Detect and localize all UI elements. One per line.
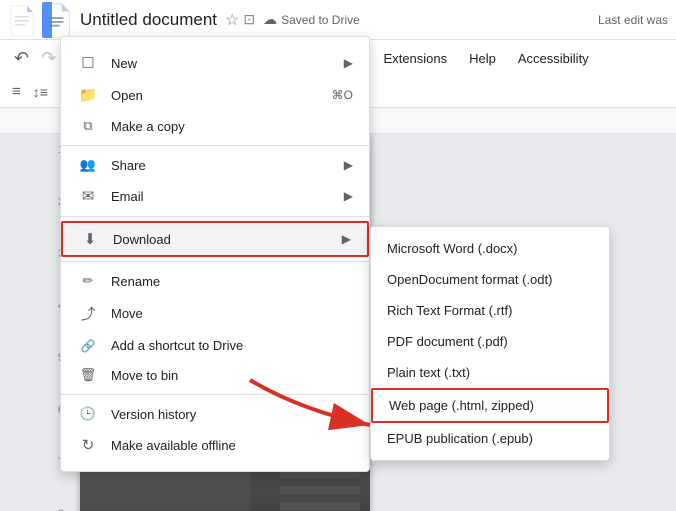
- menu-open[interactable]: 📁 Open ⌘O: [61, 79, 369, 111]
- cloud-status: Saved to Drive: [281, 13, 360, 27]
- download-epub[interactable]: EPUB publication (.epub): [371, 423, 609, 454]
- download-arrow-icon: ▶: [342, 232, 351, 246]
- menu-section-3: ✏ Rename ⤴ Move 🔗 Add a shortcut to Driv…: [61, 262, 369, 395]
- file-dropdown-menu: ☐ New ▶ 📁 Open ⌘O ⧉ Make a copy 👥 Share …: [60, 36, 370, 472]
- rename-icon: ✏: [77, 273, 99, 289]
- share-arrow-icon: ▶: [344, 158, 353, 172]
- last-edit-text: Last edit was: [598, 13, 668, 27]
- menu-download[interactable]: ⬇ Download ▶: [61, 221, 369, 257]
- download-odt[interactable]: OpenDocument format (.odt): [371, 264, 609, 295]
- top-bar: Untitled document ☆ ⊡ ☁ Saved to Drive L…: [0, 0, 676, 40]
- download-html[interactable]: Web page (.html, zipped): [371, 388, 609, 423]
- open-icon: 📁: [77, 86, 99, 104]
- download-txt[interactable]: Plain text (.txt): [371, 357, 609, 388]
- redo-button[interactable]: ↷: [37, 44, 60, 73]
- menu-move[interactable]: ⤴ Move: [61, 296, 369, 331]
- menu-add-shortcut[interactable]: 🔗 Add a shortcut to Drive: [61, 331, 369, 360]
- new-icon: ☐: [77, 54, 99, 72]
- menu-item-accessibility[interactable]: Accessibility: [508, 47, 599, 70]
- align-left-icon[interactable]: ≡: [8, 80, 25, 103]
- menu-move-to-bin[interactable]: 🗑 Move to bin: [61, 360, 369, 390]
- undo-button[interactable]: ↶: [8, 44, 35, 73]
- menu-make-copy[interactable]: ⧉ Make a copy: [61, 111, 369, 141]
- offline-icon: ↻: [77, 436, 99, 454]
- menu-item-help[interactable]: Help: [459, 47, 506, 70]
- email-arrow-icon: ▶: [344, 189, 353, 203]
- line-spacing-icon[interactable]: ↕≡: [29, 81, 52, 103]
- menu-section-2: 👥 Share ▶ ✉ Email ▶: [61, 146, 369, 217]
- copy-icon: ⧉: [77, 118, 99, 134]
- menu-new[interactable]: ☐ New ▶: [61, 47, 369, 79]
- download-rtf[interactable]: Rich Text Format (.rtf): [371, 295, 609, 326]
- menu-share[interactable]: 👥 Share ▶: [61, 150, 369, 180]
- download-icon: ⬇: [79, 230, 101, 248]
- cloud-icon: ☁: [263, 11, 277, 28]
- download-pdf[interactable]: PDF document (.pdf): [371, 326, 609, 357]
- menu-item-extensions[interactable]: Extensions: [374, 47, 458, 70]
- doc-title[interactable]: Untitled document: [80, 10, 217, 30]
- menu-section-4: 🕒 Version history ▶ ↻ Make available off…: [61, 395, 369, 465]
- share-icon: 👥: [77, 157, 99, 173]
- menu-section-1: ☐ New ▶ 📁 Open ⌘O ⧉ Make a copy: [61, 43, 369, 146]
- download-docx[interactable]: Microsoft Word (.docx): [371, 233, 609, 264]
- move-icon: ⤴: [77, 303, 99, 324]
- docs-icon: [8, 2, 36, 38]
- menu-offline[interactable]: ↻ Make available offline: [61, 429, 369, 461]
- arrow-icon: ▶: [344, 56, 353, 70]
- menu-version-history[interactable]: 🕒 Version history ▶: [61, 399, 369, 429]
- bin-icon: 🗑: [77, 367, 99, 383]
- download-submenu: Microsoft Word (.docx) OpenDocument form…: [370, 226, 610, 461]
- menu-email[interactable]: ✉ Email ▶: [61, 180, 369, 212]
- history-icon: 🕒: [77, 406, 99, 422]
- email-icon: ✉: [77, 187, 99, 205]
- star-icon[interactable]: ☆: [225, 10, 239, 30]
- menu-section-download: ⬇ Download ▶: [61, 217, 369, 262]
- shortcut-icon: 🔗: [77, 339, 99, 353]
- folder-icon[interactable]: ⊡: [243, 11, 255, 28]
- menu-rename[interactable]: ✏ Rename: [61, 266, 369, 296]
- history-arrow-icon: ▶: [344, 407, 353, 421]
- app-icon: [42, 2, 72, 38]
